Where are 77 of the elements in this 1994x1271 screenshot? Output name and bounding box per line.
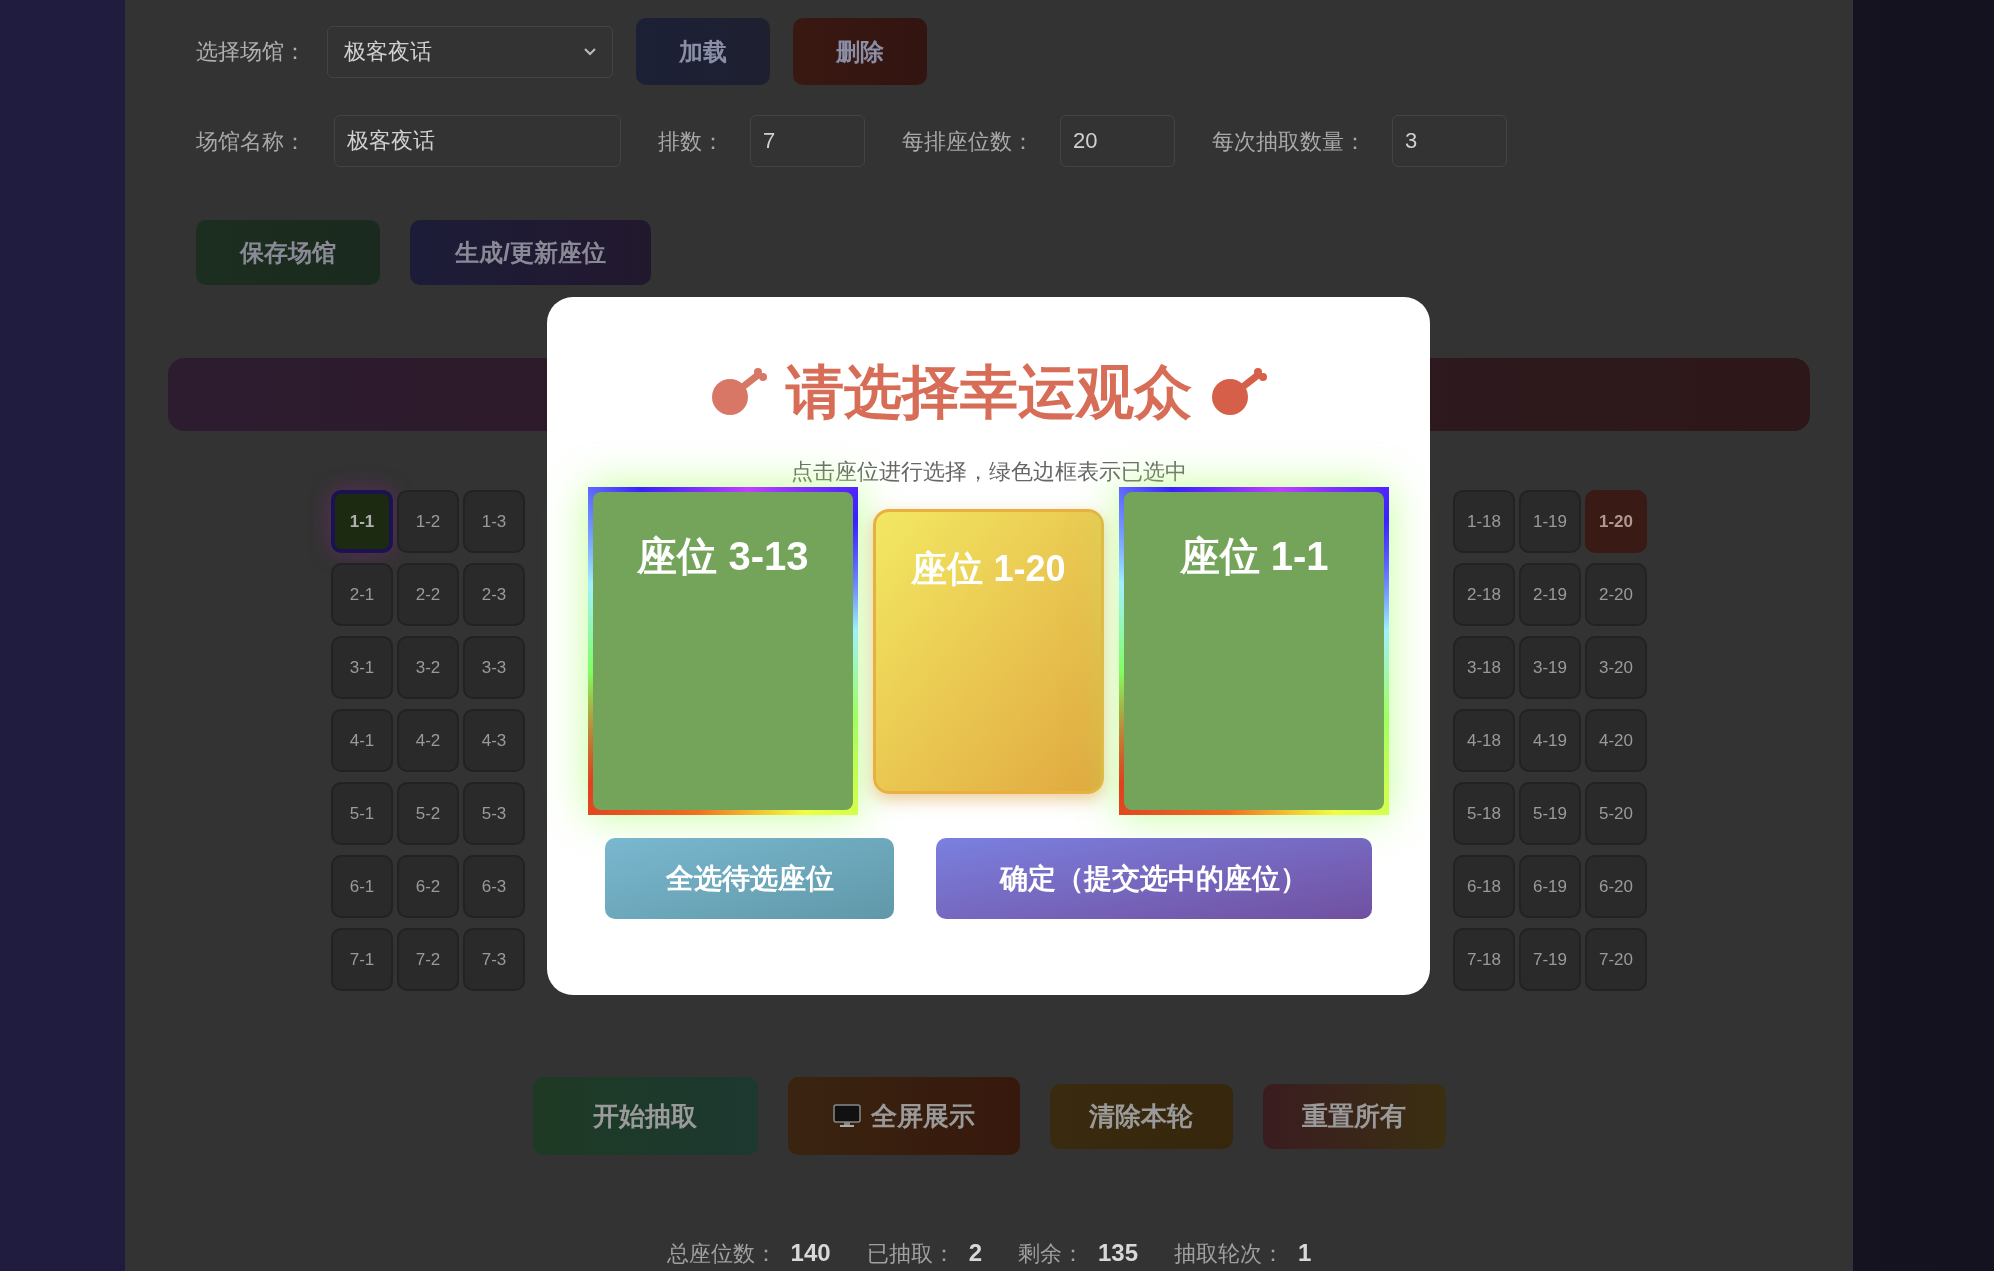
start-button[interactable]: 开始抽取 <box>532 1077 758 1155</box>
seat[interactable]: 5-2 <box>397 782 459 845</box>
venue-select[interactable]: 极客夜话 <box>327 25 613 78</box>
seat[interactable]: 1-19 <box>1519 490 1581 553</box>
stat-value: 1 <box>1298 1238 1312 1268</box>
seat[interactable]: 4-3 <box>463 709 525 772</box>
seat[interactable]: 6-20 <box>1585 855 1647 918</box>
seat[interactable]: 5-3 <box>463 782 525 845</box>
seat[interactable]: 5-20 <box>1585 782 1647 845</box>
seat[interactable]: 7-2 <box>397 928 459 991</box>
text-input[interactable]: 极客夜话 <box>334 115 621 167</box>
seat[interactable]: 2-1 <box>331 563 393 626</box>
generate-button[interactable]: 生成/更新座位 <box>410 220 651 285</box>
stat-value: 140 <box>790 1238 831 1268</box>
drumstick-icon <box>1209 367 1268 417</box>
seat[interactable]: 1-1 <box>331 490 393 553</box>
seat[interactable]: 2-3 <box>463 563 525 626</box>
seat[interactable]: 7-19 <box>1519 928 1581 991</box>
stat-label: 剩余： <box>1018 1240 1084 1268</box>
seat[interactable]: 6-3 <box>463 855 525 918</box>
seat[interactable]: 4-2 <box>397 709 459 772</box>
field-label: 每次抽取数量： <box>1212 127 1366 156</box>
seat[interactable]: 7-20 <box>1585 928 1647 991</box>
drumstick-icon <box>709 367 768 417</box>
seat[interactable]: 7-1 <box>331 928 393 991</box>
field-label: 场馆名称： <box>196 127 307 156</box>
fullscreen-button[interactable]: 全屏展示 <box>787 1077 1020 1155</box>
seat-card[interactable]: 座位 3-13 <box>588 487 858 815</box>
seat[interactable]: 7-3 <box>463 928 525 991</box>
stat-value: 135 <box>1098 1238 1139 1268</box>
field-label: 每排座位数： <box>902 127 1034 156</box>
monitor-icon <box>832 1104 861 1128</box>
seat[interactable]: 3-3 <box>463 636 525 699</box>
load-button[interactable]: 加载 <box>636 18 770 85</box>
seat[interactable]: 3-19 <box>1519 636 1581 699</box>
clear-button[interactable]: 清除本轮 <box>1049 1083 1233 1149</box>
seat[interactable]: 4-18 <box>1453 709 1515 772</box>
seat[interactable]: 3-2 <box>397 636 459 699</box>
confirm-button[interactable]: 确定（提交选中的座位） <box>936 838 1372 919</box>
seat[interactable]: 7-18 <box>1453 928 1515 991</box>
text-input[interactable]: 7 <box>750 115 865 167</box>
seat[interactable]: 2-18 <box>1453 563 1515 626</box>
reset-button[interactable]: 重置所有 <box>1262 1083 1446 1149</box>
seat[interactable]: 6-2 <box>397 855 459 918</box>
text-input[interactable]: 3 <box>1392 115 1507 167</box>
seat[interactable]: 3-20 <box>1585 636 1647 699</box>
delete-button[interactable]: 删除 <box>793 18 927 85</box>
stat-label: 抽取轮次： <box>1174 1240 1285 1268</box>
chevron-down-icon <box>584 47 596 56</box>
seat[interactable]: 6-1 <box>331 855 393 918</box>
seat[interactable]: 6-19 <box>1519 855 1581 918</box>
field-label: 选择场馆： <box>196 38 307 66</box>
seat[interactable]: 2-19 <box>1519 563 1581 626</box>
seat[interactable]: 1-3 <box>463 490 525 553</box>
seat[interactable]: 5-1 <box>331 782 393 845</box>
text-input[interactable]: 20 <box>1060 115 1175 167</box>
save-button[interactable]: 保存场馆 <box>196 220 380 285</box>
seat[interactable]: 1-18 <box>1453 490 1515 553</box>
stat-label: 总座位数： <box>666 1240 777 1268</box>
seat[interactable]: 4-19 <box>1519 709 1581 772</box>
modal-title: 请选择幸运观众 <box>785 363 1192 421</box>
modal-hint: 点击座位进行选择，绿色边框表示已选中 <box>790 459 1187 485</box>
seat[interactable]: 4-20 <box>1585 709 1647 772</box>
field-label: 排数： <box>658 127 724 156</box>
seat[interactable]: 2-20 <box>1585 563 1647 626</box>
seat[interactable]: 4-1 <box>331 709 393 772</box>
seat[interactable]: 1-2 <box>397 490 459 553</box>
seat-card[interactable]: 座位 1-1 <box>1119 487 1389 815</box>
seat[interactable]: 2-2 <box>397 563 459 626</box>
seat[interactable]: 5-19 <box>1519 782 1581 845</box>
seat[interactable]: 6-18 <box>1453 855 1515 918</box>
stat-value: 2 <box>968 1238 982 1268</box>
seat[interactable]: 3-18 <box>1453 636 1515 699</box>
stat-label: 已抽取： <box>866 1240 955 1268</box>
seat[interactable]: 3-1 <box>331 636 393 699</box>
seat[interactable]: 5-18 <box>1453 782 1515 845</box>
seat[interactable]: 1-20 <box>1585 490 1647 553</box>
